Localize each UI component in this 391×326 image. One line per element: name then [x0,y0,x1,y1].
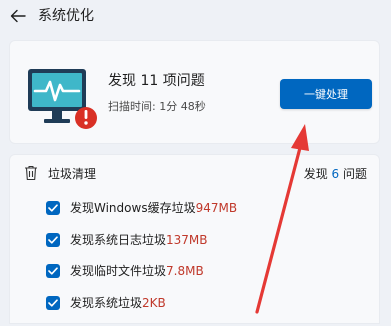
item-text: 发现系统垃圾2KB [70,295,166,311]
one-click-fix-button[interactable]: 一键处理 [280,79,372,109]
junk-item-windows-cache[interactable]: 发现Windows缓存垃圾947MB [46,200,237,216]
checkmark-icon [48,267,58,275]
checkmark-icon [48,204,58,212]
scan-time: 扫描时间: 1分 48秒 [108,100,206,114]
checkmark-icon [48,298,58,307]
checkbox[interactable] [46,201,60,215]
item-label: 发现Windows缓存垃圾 [70,201,196,215]
junk-item-system-log[interactable]: 发现系统日志垃圾137MB [46,232,237,248]
checkmark-icon [48,235,58,244]
junk-item-temp-files[interactable]: 发现临时文件垃圾7.8MB [46,263,237,279]
item-text: 发现Windows缓存垃圾947MB [70,200,237,216]
checkbox[interactable] [46,264,60,278]
item-size: 137MB [166,232,208,247]
page-title: 系统优化 [38,8,94,24]
summary-suffix: 问题 [339,167,367,181]
result-prefix: 发现 [108,73,141,89]
item-text: 发现临时文件垃圾7.8MB [70,263,204,279]
junk-item-system-junk[interactable]: 发现系统垃圾2KB [46,295,237,311]
checkbox[interactable] [46,295,60,310]
junk-item-list: 发现Windows缓存垃圾947MB 发现系统日志垃圾137MB 发现临时文件垃… [46,200,237,326]
item-label: 发现临时文件垃圾 [70,264,167,278]
result-suffix: 项问题 [158,73,205,89]
item-size: 947MB [195,201,238,215]
summary-prefix: 发现 [303,167,332,181]
item-label: 发现系统日志垃圾 [70,232,167,247]
scan-result-card: 发现 11 项问题 扫描时间: 1分 48秒 一键处理 [9,40,380,144]
scan-time-label: 扫描时间: [108,100,160,113]
issue-count: 11 [140,73,159,89]
item-text: 发现系统日志垃圾137MB [70,232,208,248]
checkbox[interactable] [46,232,60,247]
back-button[interactable] [6,4,30,28]
monitor-alert-icon [28,69,97,129]
arrow-left-icon [10,9,26,23]
trash-icon [25,165,37,181]
item-size: 7.8MB [166,264,204,278]
section-title: 垃圾清理 [48,167,97,181]
junk-clean-section: 垃圾清理 发现 6 问题 发现Windows缓存垃圾947MB 发现系统日志垃圾… [9,154,380,324]
section-summary: 发现 6 问题 [304,166,367,182]
scan-time-value: 1分 48秒 [159,100,206,113]
scan-result-title: 发现 11 项问题 [108,72,205,90]
header-bar: 系统优化 [0,0,391,36]
item-size: 2KB [142,295,166,310]
item-label: 发现系统垃圾 [70,295,143,310]
